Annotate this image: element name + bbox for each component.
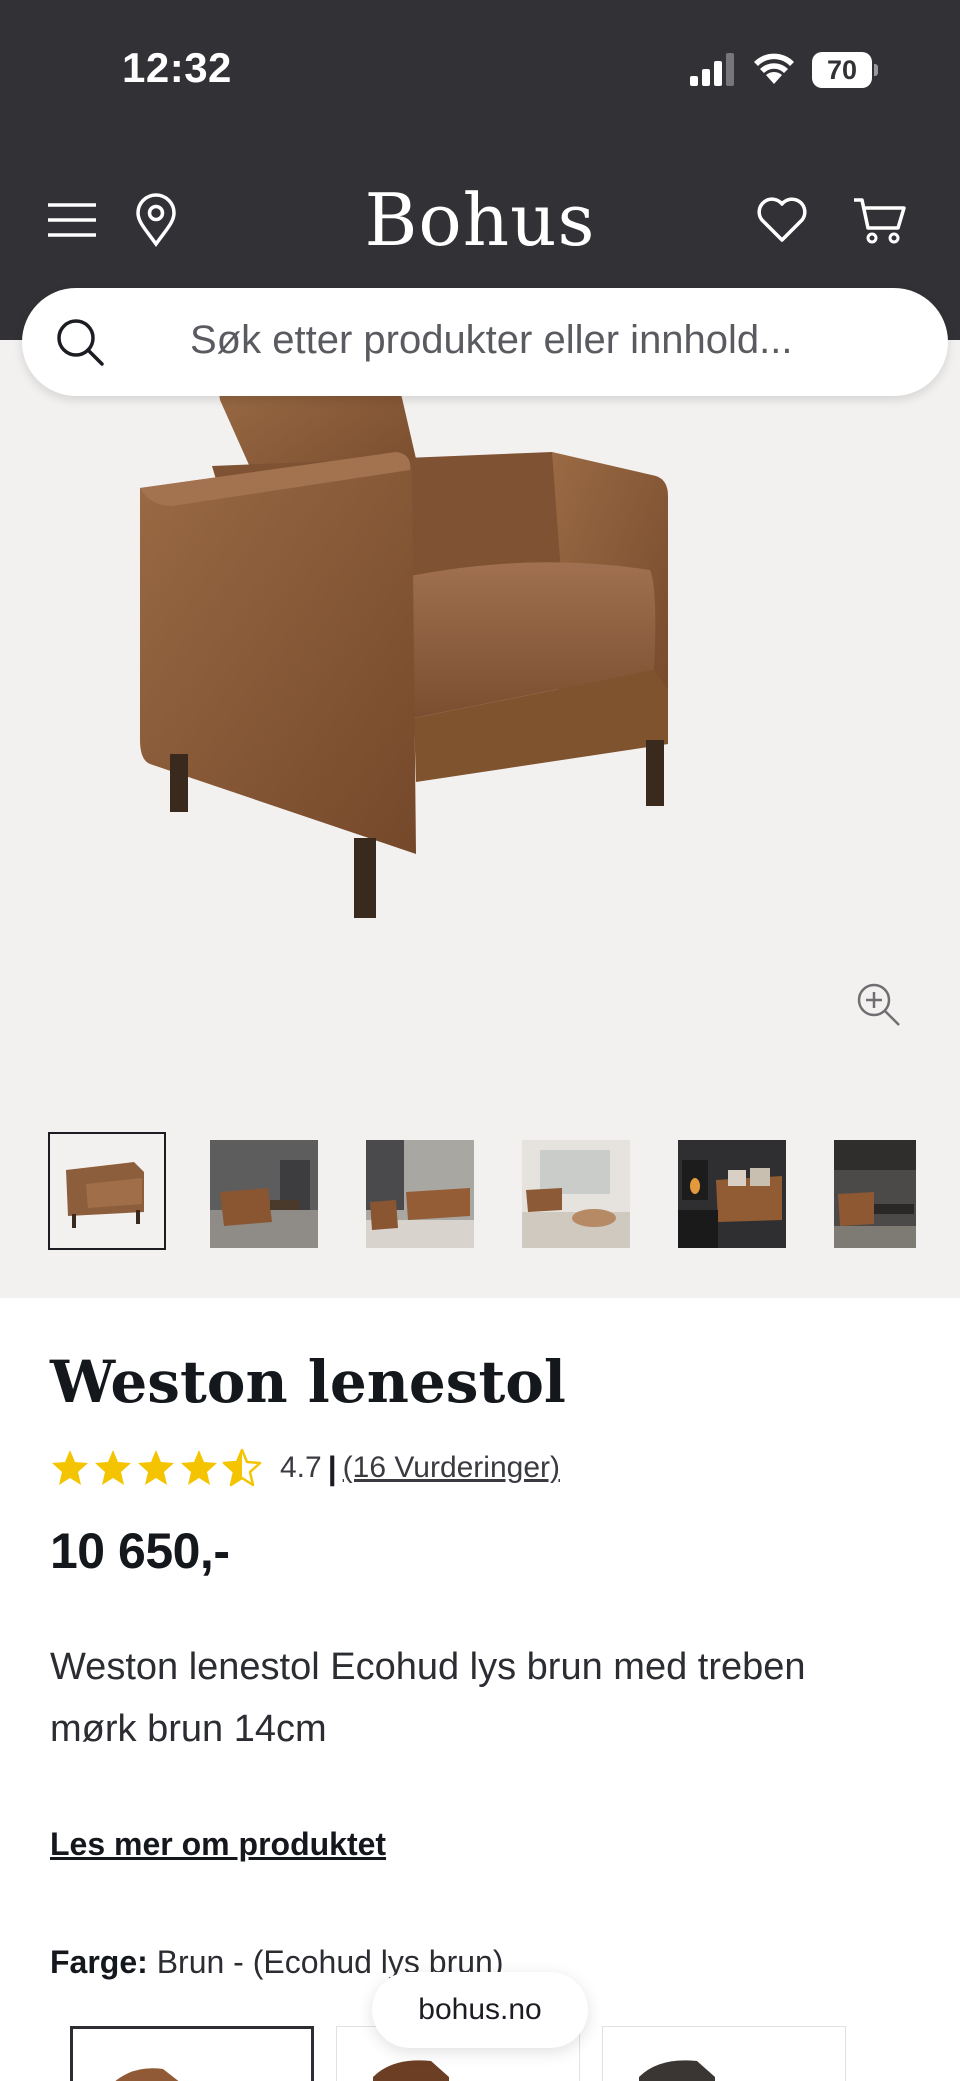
thumbnail-1[interactable]	[48, 1132, 166, 1250]
battery-level: 70	[826, 54, 858, 85]
top-nav: Bohus	[0, 180, 960, 260]
thumbnail-image	[366, 1140, 474, 1248]
star-icon	[52, 1450, 88, 1485]
star-icon	[95, 1450, 131, 1485]
cart-icon[interactable]	[852, 192, 908, 248]
star-icon	[181, 1450, 217, 1485]
browser-url-pill[interactable]: bohus.no	[372, 1972, 588, 2048]
battery-icon: 70	[812, 52, 872, 88]
wifi-icon	[754, 53, 794, 84]
thumbnail-image	[678, 1140, 786, 1248]
product-description: Weston lenestol Ecohud lys brun med treb…	[50, 1646, 806, 1750]
half-star-icon	[222, 1448, 262, 1487]
thumbnail-6[interactable]	[834, 1140, 916, 1248]
product-price: 10 650,-	[50, 1523, 230, 1579]
heart-icon[interactable]	[754, 192, 810, 248]
thumbnail-2[interactable]	[210, 1140, 318, 1248]
thumbnail-image	[522, 1140, 630, 1248]
product-rating: 4.7 | (16 Vurderinger)	[50, 1448, 560, 1488]
reviews-link[interactable]: (16 Vurderinger)	[343, 1451, 560, 1485]
read-more-link[interactable]: Les mer om produktet	[50, 1826, 386, 1863]
color-label: Farge:	[50, 1944, 148, 1980]
search-icon	[57, 319, 104, 366]
thumbnail-strip	[0, 1132, 960, 1252]
rating-score: 4.7	[280, 1451, 322, 1484]
product-main-image[interactable]	[120, 340, 840, 960]
thumbnail-4[interactable]	[522, 1140, 630, 1248]
swatch-image	[639, 2060, 715, 2081]
star-icon	[138, 1450, 174, 1485]
rating-separator: |	[327, 1449, 337, 1486]
product-gallery	[0, 340, 960, 1298]
status-time: 12:32	[122, 44, 232, 91]
swatch-brown-light[interactable]	[70, 2026, 314, 2081]
status-bar: 12:32 70	[0, 0, 960, 140]
search-input[interactable]: Søk etter produkter eller innhold...	[190, 318, 793, 363]
cellular-signal-icon	[690, 53, 734, 86]
zoom-in-icon[interactable]	[854, 980, 902, 1028]
product-title: Weston lenestol	[50, 1348, 566, 1416]
thumbnail-3[interactable]	[366, 1140, 474, 1248]
thumbnail-image	[210, 1140, 318, 1248]
rating-stars	[50, 1448, 262, 1488]
swatch-black[interactable]	[602, 2026, 846, 2081]
thumbnail-5[interactable]	[678, 1140, 786, 1248]
battery-indicator: 70	[812, 52, 878, 88]
swatch-image	[115, 2068, 179, 2081]
thumbnail-image	[834, 1140, 916, 1248]
brand-logo[interactable]: Bohus	[0, 180, 960, 260]
thumbnail-image	[56, 1140, 158, 1242]
search-bar[interactable]: Søk etter produkter eller innhold...	[22, 288, 948, 396]
